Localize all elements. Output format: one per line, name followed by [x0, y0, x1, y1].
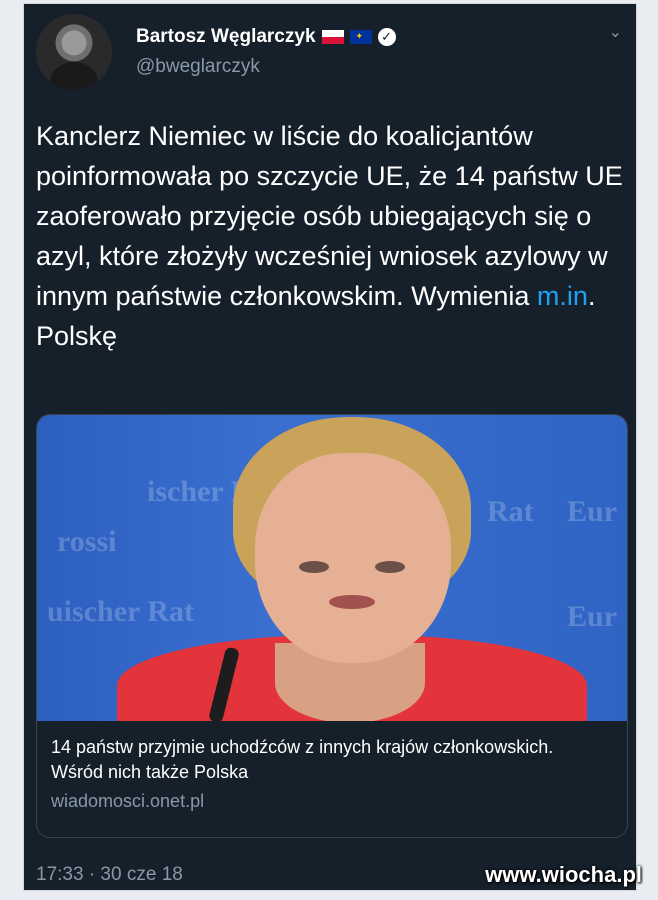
verified-icon: ✓	[377, 28, 396, 46]
author-handle[interactable]: @bweglarczyk	[136, 56, 260, 78]
author-row: Bartosz Węglarczyk ✓	[136, 26, 396, 48]
link-preview-card[interactable]: ischer Rat rossi uischer Rat Rat Eur Eur…	[36, 414, 628, 838]
card-body[interactable]: 14 państw przyjmie uchodźców z innych kr…	[37, 721, 627, 826]
card-title[interactable]: 14 państw przyjmie uchodźców z innych kr…	[51, 735, 571, 785]
avatar[interactable]	[36, 14, 112, 90]
tweet-link[interactable]: m.in	[537, 281, 588, 311]
tweet-text: Kanclerz Niemiec w liście do koalicjantó…	[36, 116, 626, 356]
author-name[interactable]: Bartosz Węglarczyk	[136, 26, 316, 48]
card-domain: wiadomosci.onet.pl	[51, 791, 205, 811]
tweet-timestamp[interactable]: 17:33 · 30 cze 18	[36, 864, 183, 886]
chevron-down-icon[interactable]: ⌄	[609, 22, 622, 42]
tweet-card: Bartosz Węglarczyk ✓ @bweglarczyk ⌄ Kanc…	[24, 4, 636, 890]
flag-eu-icon	[349, 30, 372, 44]
watermark: www.wiocha.pl	[485, 862, 642, 887]
article-photo[interactable]: ischer Rat rossi uischer Rat Rat Eur Eur	[37, 415, 627, 721]
flag-poland-icon	[321, 30, 344, 44]
tweet-text-body: Kanclerz Niemiec w liście do koalicjantó…	[36, 121, 623, 311]
